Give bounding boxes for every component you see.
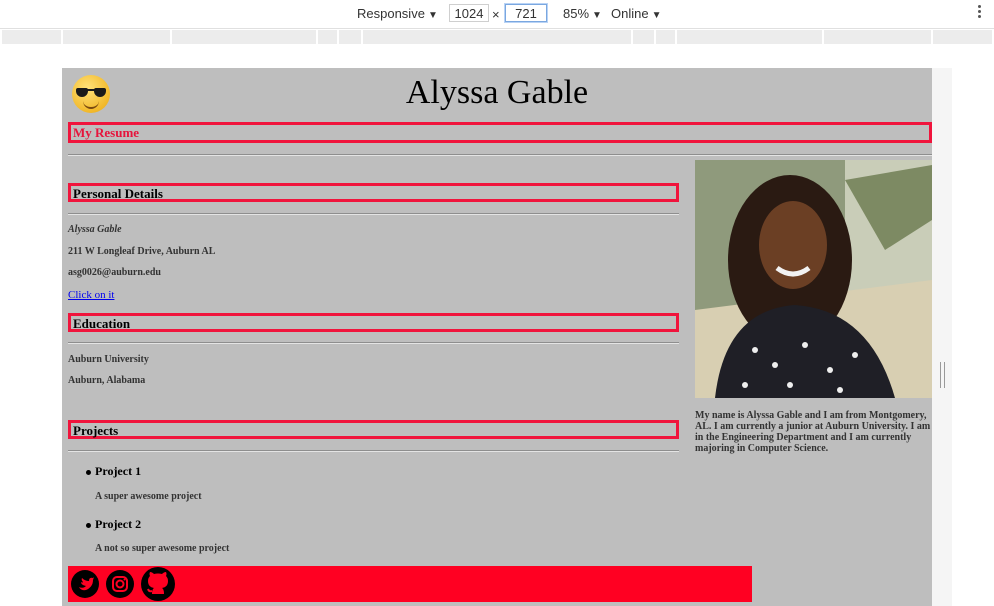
project-2-description: A not so super awesome project (95, 543, 230, 554)
network-throttle-select[interactable]: Online ▼ (611, 6, 661, 21)
resize-handle[interactable] (940, 362, 946, 388)
viewport-height-input[interactable]: 721 (505, 4, 547, 22)
ruler-segment[interactable] (933, 30, 992, 44)
project-1-title: Project 1 (95, 464, 142, 478)
project-1-description: A super awesome project (95, 491, 202, 502)
ruler-segment[interactable] (656, 30, 675, 44)
ruler-segment[interactable] (633, 30, 654, 44)
resume-heading: My Resume (68, 122, 932, 143)
ruler-segment[interactable] (2, 30, 61, 44)
zoom-select[interactable]: 85% ▼ (563, 6, 602, 21)
divider (68, 342, 679, 344)
person-name: Alyssa Gable (68, 224, 122, 235)
resume-page: Alyssa Gable My Resume Personal Details … (62, 68, 932, 606)
personal-details-heading: Personal Details (68, 183, 679, 202)
email-text: asg0026@auburn.edu (68, 267, 161, 278)
resume-link[interactable]: Click on it (68, 289, 114, 301)
dimension-separator: × (492, 7, 500, 22)
ruler-segment[interactable] (363, 30, 631, 44)
zoom-label: 85% (563, 6, 590, 21)
divider (68, 213, 679, 215)
education-heading: Education (68, 313, 679, 332)
device-select-label: Responsive (357, 6, 425, 21)
instagram-icon[interactable] (106, 570, 134, 598)
school-name: Auburn University (68, 354, 149, 365)
more-options-icon[interactable] (978, 5, 982, 20)
list-bullet (86, 470, 91, 475)
divider (68, 154, 932, 156)
ruler-segment[interactable] (824, 30, 931, 44)
chevron-down-icon: ▼ (427, 10, 438, 21)
device-select[interactable]: Responsive ▼ (357, 6, 438, 21)
list-bullet (86, 523, 91, 528)
ruler-segment[interactable] (63, 30, 170, 44)
github-icon[interactable] (141, 567, 175, 601)
viewport-width-input[interactable]: 1024 (449, 4, 489, 22)
media-query-ruler (2, 30, 992, 44)
school-location: Auburn, Alabama (68, 375, 146, 386)
address-text: 211 W Longleaf Drive, Auburn AL (68, 246, 216, 257)
chevron-down-icon: ▼ (592, 10, 602, 21)
ruler-segment[interactable] (677, 30, 822, 44)
device-toolbar: Responsive ▼ 1024 × 721 85% ▼ Online ▼ (0, 0, 994, 29)
bio-text: My name is Alyssa Gable and I am from Mo… (695, 410, 931, 454)
profile-photo (695, 160, 932, 398)
page-title: Alyssa Gable (405, 74, 589, 111)
network-label: Online (611, 6, 649, 21)
footer-bar (68, 566, 752, 602)
projects-heading: Projects (68, 420, 679, 439)
twitter-icon[interactable] (71, 570, 99, 598)
divider (68, 450, 679, 452)
ruler-segment[interactable] (318, 30, 337, 44)
ruler-segment[interactable] (172, 30, 316, 44)
chevron-down-icon: ▼ (651, 10, 662, 21)
ruler-segment[interactable] (339, 30, 361, 44)
viewport-edge (932, 68, 952, 606)
project-2-title: Project 2 (95, 517, 142, 531)
